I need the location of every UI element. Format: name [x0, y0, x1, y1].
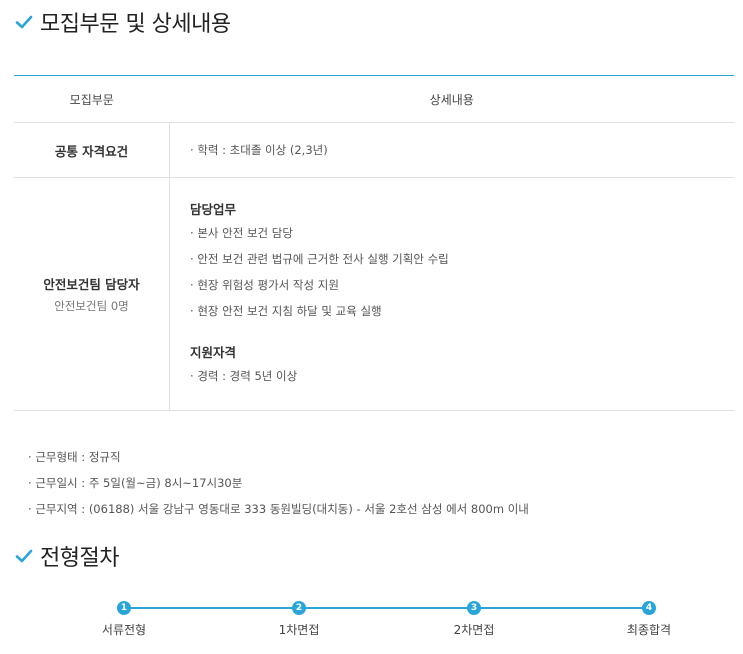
- category-cell: 공통 자격요건: [14, 122, 170, 178]
- requirement-item: 학력 : 초대졸 이상 (2,3년): [190, 137, 733, 163]
- duty-item: 현장 위험성 평가서 작성 지원: [190, 272, 733, 298]
- process-step: 3 2차면접: [414, 598, 534, 638]
- qualification-item: 경력 : 경력 5년 이상: [190, 363, 733, 389]
- duty-item: 안전 보건 관련 법규에 근거한 전사 실행 기획안 수립: [190, 246, 733, 272]
- process-line: [124, 607, 649, 609]
- section-title-text: 모집부문 및 상세내용: [40, 12, 231, 37]
- details-cell: 학력 : 초대졸 이상 (2,3년): [169, 122, 734, 178]
- step-label: 1차면접: [278, 623, 320, 637]
- header-details: 상세내용: [169, 75, 734, 123]
- section-title-recruitment: 모집부문 및 상세내용: [14, 6, 231, 38]
- recruitment-table: 모집부문 상세내용 공통 자격요건 학력 : 초대졸 이상 (2,3년) 안전보…: [14, 75, 734, 411]
- table-header-row: 모집부문 상세내용: [14, 75, 734, 123]
- duty-item: 현장 안전 보건 지침 하달 및 교육 실행: [190, 298, 733, 324]
- section-title-text: 전형절차: [40, 546, 119, 571]
- table-row: 안전보건팀 담당자 안전보건팀 0명 담당업무 본사 안전 보건 담당 안전 보…: [14, 177, 734, 411]
- step-label: 서류전형: [101, 623, 147, 637]
- process-steps: 1 서류전형 2 1차면접 3 2차면접 4 최종합격: [0, 598, 743, 654]
- check-icon: [14, 12, 34, 32]
- table-row: 공통 자격요건 학력 : 초대졸 이상 (2,3년): [14, 122, 734, 178]
- process-step: 2 1차면접: [239, 598, 359, 638]
- step-label: 최종합격: [626, 623, 672, 637]
- duty-item: 본사 안전 보건 담당: [190, 220, 733, 246]
- step-number-badge: 4: [642, 601, 656, 615]
- work-location: 근무지역 : (06188) 서울 강남구 영동대로 333 동원빌딩(대치동)…: [28, 496, 529, 522]
- process-step: 1 서류전형: [64, 598, 184, 638]
- step-label: 2차면접: [453, 623, 495, 637]
- duties-heading: 담당업무: [190, 202, 237, 217]
- details-cell: 담당업무 본사 안전 보건 담당 안전 보건 관련 법규에 근거한 전사 실행 …: [169, 177, 734, 411]
- step-number-badge: 1: [117, 601, 131, 615]
- category-cell: 안전보건팀 담당자 안전보건팀 0명: [14, 177, 170, 411]
- step-number-badge: 2: [292, 601, 306, 615]
- process-step: 4 최종합격: [589, 598, 709, 638]
- common-requirements-label: 공통 자격요건: [54, 143, 129, 159]
- qualification-heading: 지원자격: [190, 345, 237, 360]
- check-icon: [14, 546, 34, 566]
- work-conditions: 근무형태 : 정규직 근무일시 : 주 5일(월~금) 8시~17시30분 근무…: [28, 444, 529, 522]
- header-category: 모집부문: [14, 75, 170, 123]
- position-headcount: 안전보건팀 0명: [54, 299, 129, 313]
- work-hours: 근무일시 : 주 5일(월~금) 8시~17시30분: [28, 470, 529, 496]
- work-type: 근무형태 : 정규직: [28, 444, 529, 470]
- position-title: 안전보건팀 담당자: [43, 277, 140, 292]
- section-title-process: 전형절차: [14, 540, 119, 572]
- step-number-badge: 3: [467, 601, 481, 615]
